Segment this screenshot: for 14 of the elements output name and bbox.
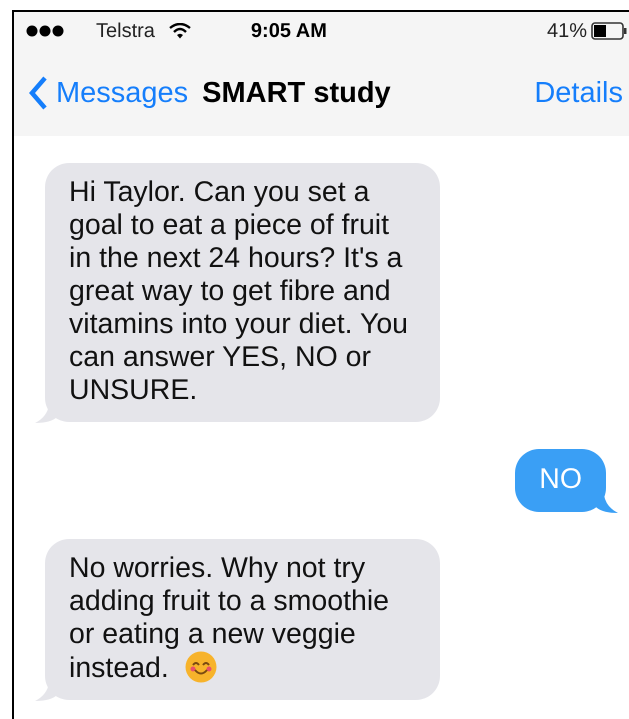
back-label[interactable]: Messages — [56, 76, 188, 110]
back-link[interactable]: Messages — [28, 75, 188, 111]
carrier-name: Telstra — [96, 20, 155, 42]
back-chevron-icon — [28, 75, 48, 111]
signal-icon — [26, 25, 66, 37]
status-time: 9:05 AM — [250, 20, 327, 42]
details-link[interactable]: Details — [534, 76, 623, 110]
battery-percent: 41% — [546, 20, 587, 42]
battery-icon — [591, 22, 627, 40]
message-text: NO — [539, 463, 582, 495]
message-text: No worries. Why not try adding fruit to a smoothie or eating a new veggie instead. — [69, 552, 390, 684]
message-text: Hi Taylor. Can you set a goal to eat a piece of fruit in the next 24 hours? It's a great way to get fibre and vitamins into your diet. You can answer YES, NO or UNSURE. — [69, 176, 408, 406]
wifi-icon — [168, 23, 191, 39]
conversation-title: SMART study — [202, 76, 391, 110]
